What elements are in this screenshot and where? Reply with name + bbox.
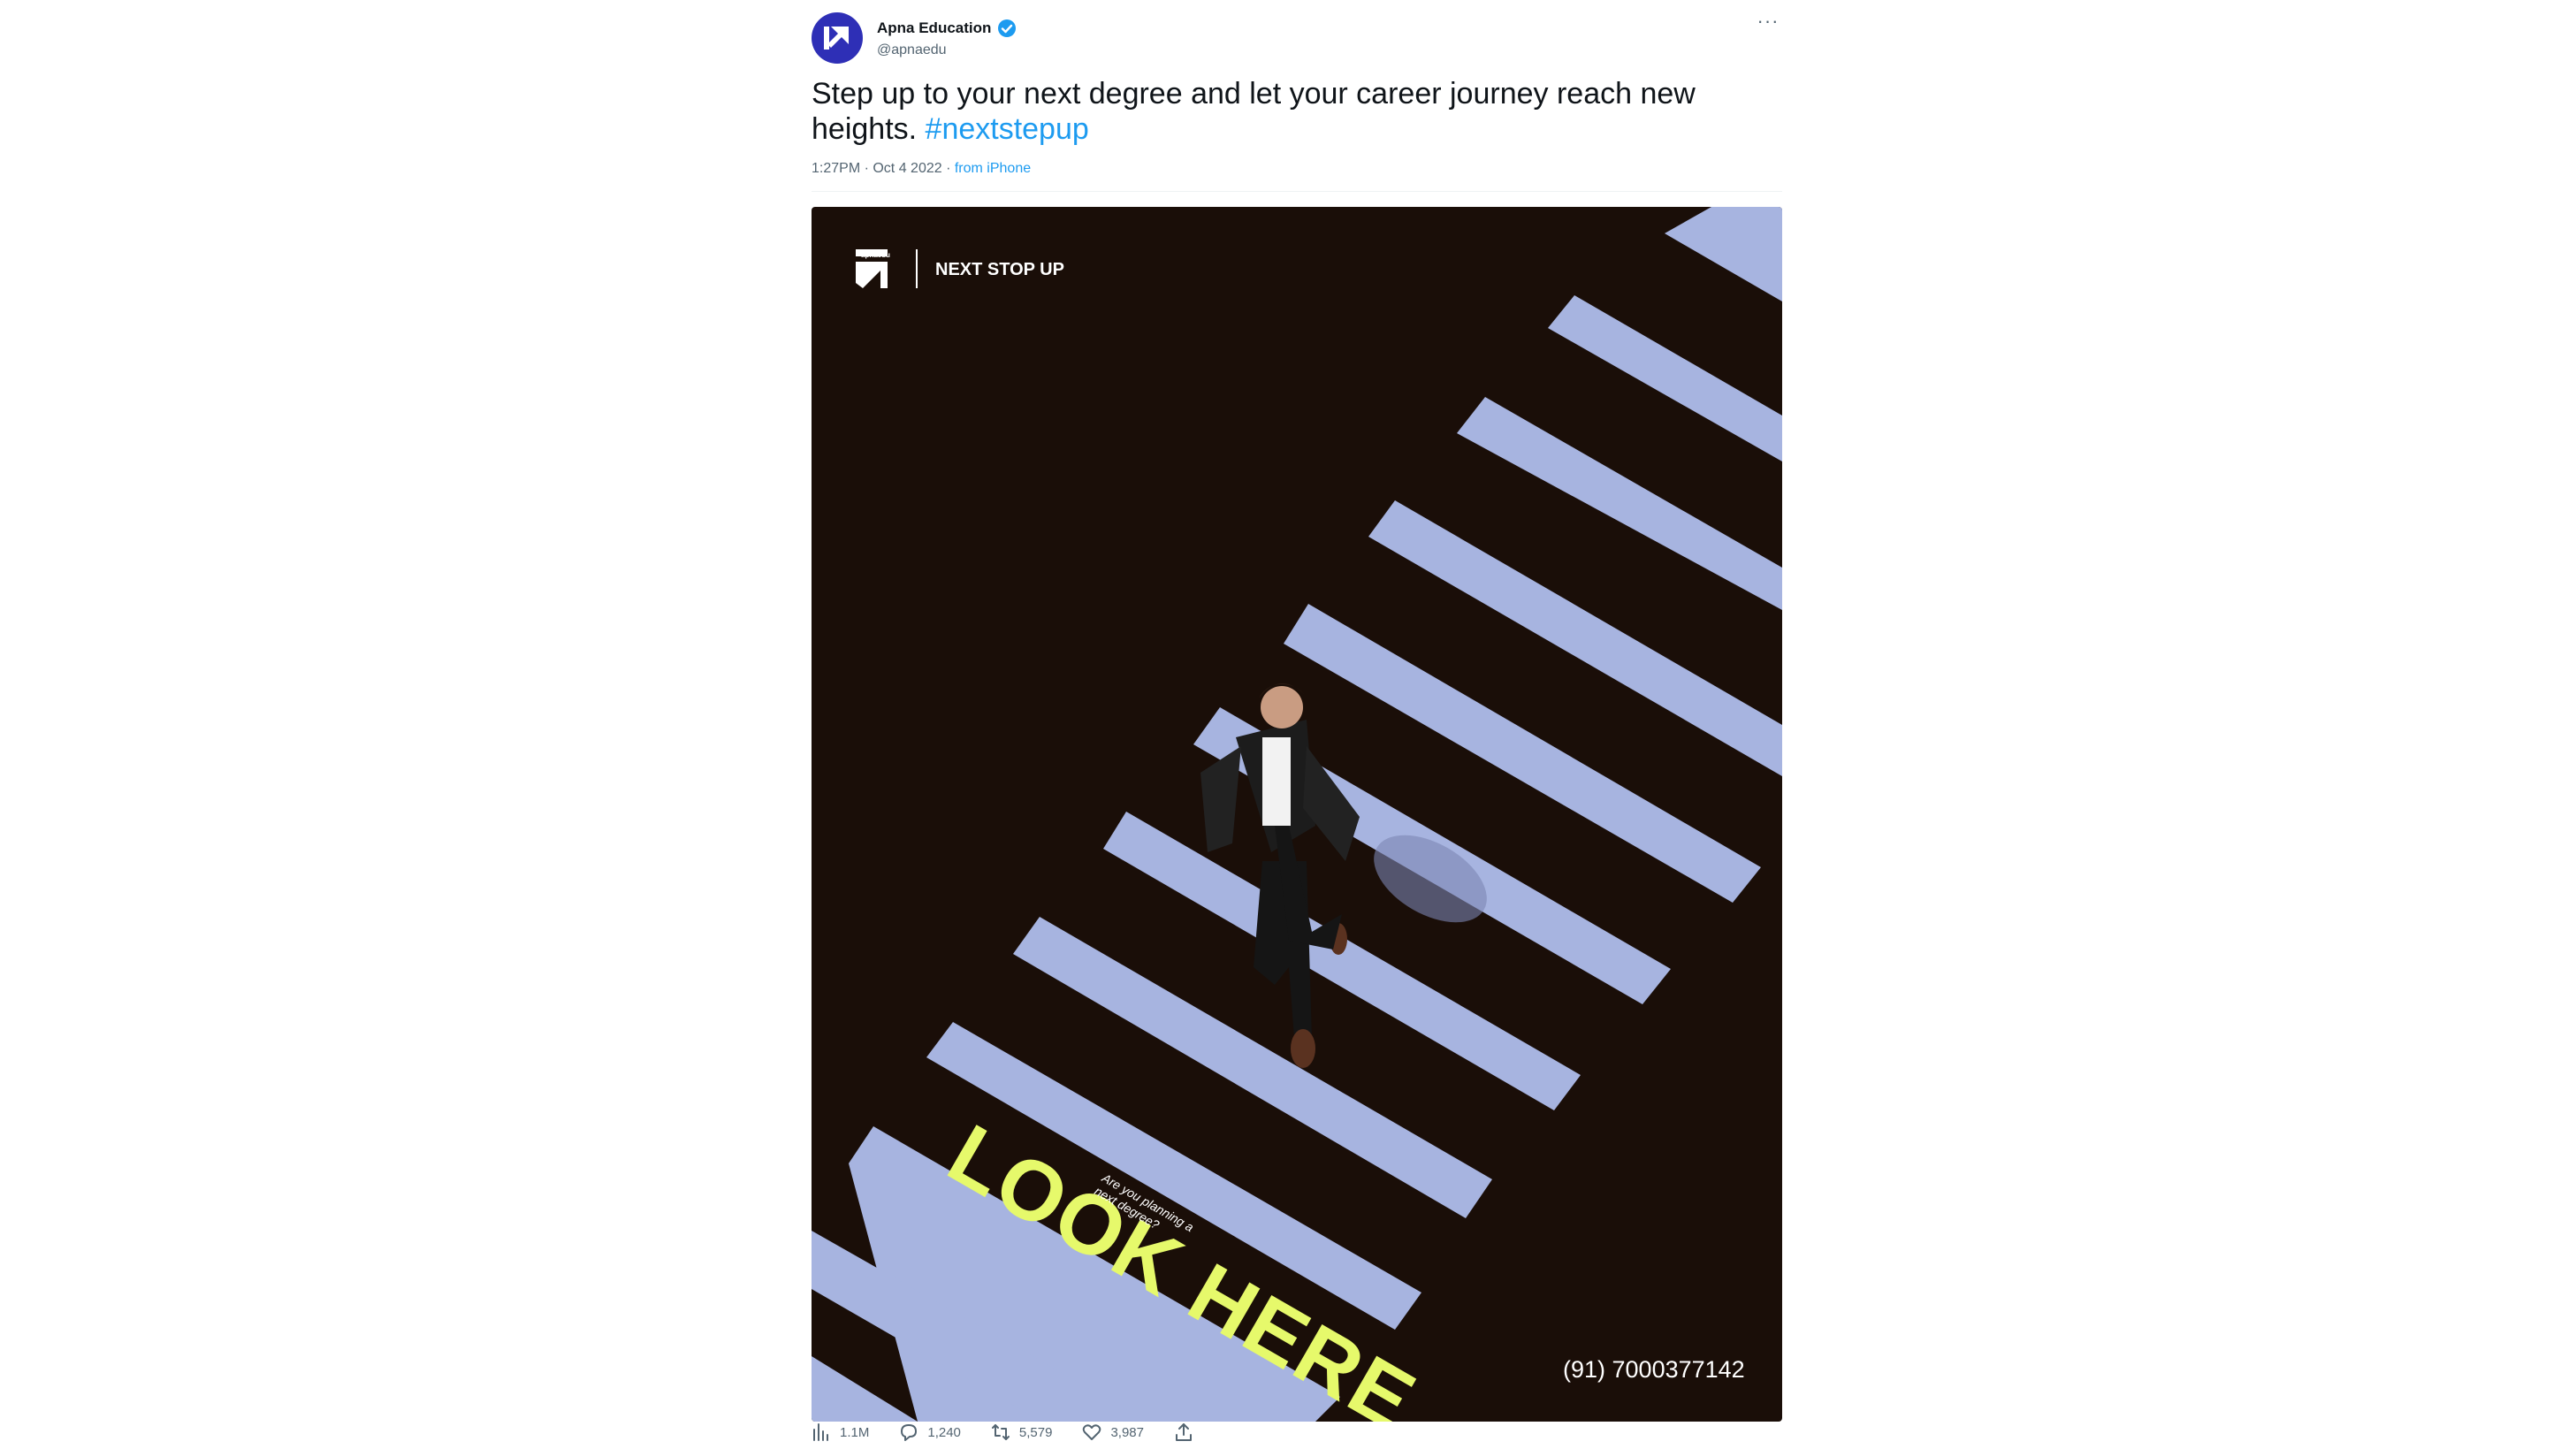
apna-logo-icon <box>824 27 849 50</box>
bar-chart-icon <box>813 1423 828 1441</box>
poster-image <box>812 207 1782 1422</box>
views-button[interactable]: 1.1M <box>812 1422 869 1442</box>
tweet-media-poster[interactable]: apnaedu NEXT STOP UP LOOK HERE Are you p… <box>812 207 1782 1422</box>
author-handle[interactable]: @apnaedu <box>877 42 947 58</box>
divider <box>812 191 1782 192</box>
share-upload-icon <box>1176 1423 1192 1441</box>
like-button[interactable]: 3,987 <box>1082 1422 1144 1442</box>
share-button[interactable] <box>1174 1422 1202 1442</box>
poster-phone: (91) 7000377142 <box>1563 1356 1745 1383</box>
tweet-source[interactable]: from iPhone <box>955 161 1031 176</box>
heart-icon <box>1083 1424 1101 1440</box>
retweet-count: 5,579 <box>1018 1424 1053 1440</box>
poster-brand-small: apnaedu <box>861 251 890 259</box>
comment-bubble-icon <box>901 1424 918 1441</box>
tweet-card: Apna Education @apnaedu ··· Step up to y… <box>812 0 1782 1449</box>
tweet-actions: 1.1M 1,240 5,579 3,987 <box>812 1418 1232 1446</box>
hashtag-link[interactable]: #nextstepup <box>926 112 1089 146</box>
more-options-button[interactable]: ··· <box>1754 11 1782 37</box>
like-count: 3,987 <box>1110 1424 1144 1440</box>
author-avatar[interactable] <box>812 12 863 64</box>
retweet-arrows-icon <box>991 1424 1010 1440</box>
poster-tagline: NEXT STOP UP <box>935 260 1064 279</box>
reply-count: 1,240 <box>927 1424 961 1440</box>
tweet-meta: 1:27PM · Oct 4 2022 · from iPhone <box>812 161 1031 177</box>
logo-divider <box>916 249 918 288</box>
retweet-button[interactable]: 5,579 <box>991 1422 1053 1442</box>
tweet-timestamp[interactable]: 1:27PM · Oct 4 2022 · <box>812 161 955 176</box>
verified-badge-icon <box>998 19 1016 37</box>
tweet-text: Step up to your next degree and let your… <box>812 76 1749 147</box>
author-name[interactable]: Apna Education <box>877 19 991 37</box>
views-count: 1.1M <box>840 1424 870 1440</box>
reply-button[interactable]: 1,240 <box>899 1422 961 1442</box>
